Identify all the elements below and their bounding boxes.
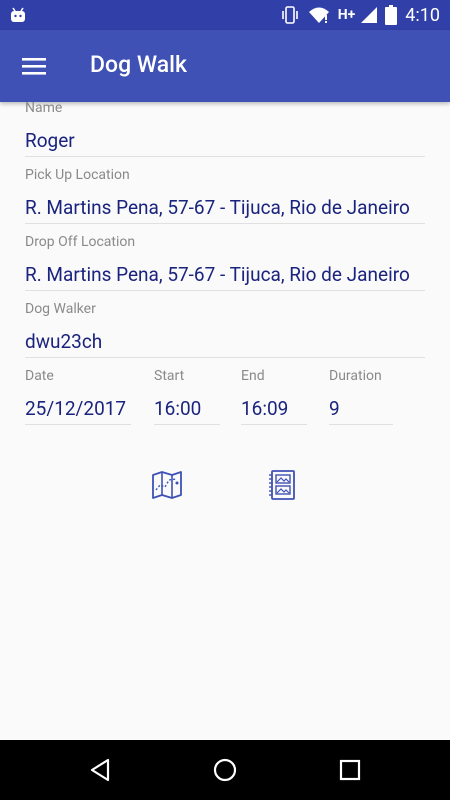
walker-label: Dog Walker [25,301,96,317]
walker-underline [25,357,425,358]
vibrate-icon [281,6,298,24]
recents-icon[interactable] [336,756,364,784]
gallery-icon[interactable] [267,469,299,501]
back-icon[interactable] [86,756,114,784]
end-underline [241,424,307,425]
start-underline [154,424,220,425]
dropoff-label: Drop Off Location [25,234,136,250]
pickup-underline [25,223,425,224]
page-title: Dog Walk [90,51,187,78]
dropoff-location-field[interactable]: R. Martins Pena, 57-67 - Tijuca, Rio de … [25,263,427,286]
wifi-icon [308,7,329,23]
duration-label: Duration [329,368,382,384]
dog-walker-field[interactable]: dwu23ch [25,330,425,353]
start-time-field[interactable]: 16:00 [154,397,220,420]
dropoff-underline [25,290,425,291]
battery-icon [385,5,398,25]
system-nav-bar [0,740,450,800]
name-label: Name [25,100,63,116]
status-bar: H+ 4:10 [0,0,450,30]
pickup-location-field[interactable]: R. Martins Pena, 57-67 - Tijuca, Rio de … [25,196,427,219]
duration-underline [329,424,393,425]
date-underline [25,424,131,425]
android-notification-icon [11,7,25,22]
name-field[interactable]: Roger [25,129,425,152]
app-bar: Dog Walk [0,30,450,102]
pickup-label: Pick Up Location [25,167,130,183]
map-icon[interactable] [151,469,183,501]
start-label: Start [154,368,185,384]
network-type: H+ [337,7,356,23]
date-field[interactable]: 25/12/2017 [25,397,133,420]
signal-icon [361,7,378,23]
end-label: End [241,368,265,384]
duration-field[interactable]: 9 [329,397,393,420]
name-underline [25,156,425,157]
status-time: 4:10 [405,4,440,26]
end-time-field[interactable]: 16:09 [241,397,307,420]
menu-icon[interactable] [22,54,48,78]
date-label: Date [25,368,54,384]
home-icon[interactable] [211,756,239,784]
